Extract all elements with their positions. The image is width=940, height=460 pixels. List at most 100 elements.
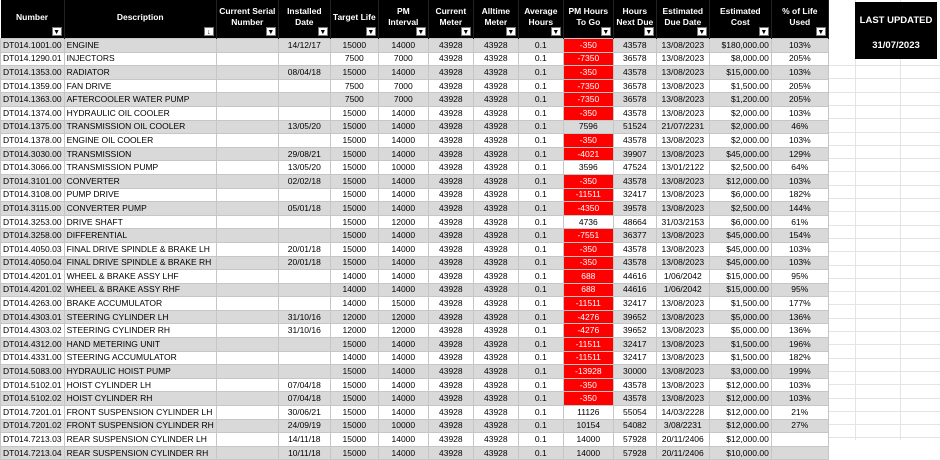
cell-number[interactable]: DT014.4201.01 <box>0 269 65 284</box>
cell-average-hours[interactable]: 0.1 <box>517 364 564 379</box>
cell-installed-date[interactable]: 29/08/21 <box>277 146 331 162</box>
cell-target-life[interactable]: 15000 <box>329 364 379 379</box>
cell-hours-next-due[interactable]: 39907 <box>612 146 657 162</box>
cell-estimated-cost[interactable]: $45,000.00 <box>708 146 772 162</box>
cell-estimated-cost[interactable]: $45,000.00 <box>708 255 772 271</box>
table-row[interactable]: DT014.3108.00 PUMP DRIVE 15000 14000 43928 43… <box>0 187 829 203</box>
cell-pct-life-used[interactable]: 196% <box>770 337 829 352</box>
cell-serial[interactable] <box>215 38 279 53</box>
cell-description[interactable]: HAND METERING UNIT <box>63 337 217 352</box>
cell-average-hours[interactable]: 0.1 <box>517 119 564 135</box>
cell-pm-interval[interactable]: 14000 <box>377 391 429 407</box>
cell-number[interactable]: DT014.1001.00 <box>0 38 65 53</box>
cell-serial[interactable] <box>215 201 279 216</box>
cell-alltime-meter[interactable]: 43928 <box>472 418 519 434</box>
cell-average-hours[interactable]: 0.1 <box>517 241 564 257</box>
cell-current-meter[interactable]: 43928 <box>427 309 474 325</box>
cell-target-life[interactable]: 15000 <box>329 337 379 352</box>
cell-number[interactable]: DT014.1290.01 <box>0 51 65 67</box>
cell-current-meter[interactable]: 43928 <box>427 214 474 230</box>
cell-description[interactable]: HYDRAULIC OIL COOLER <box>63 105 217 121</box>
cell-estimated-cost[interactable]: $2,500.00 <box>708 160 772 175</box>
cell-pct-life-used[interactable]: 64% <box>770 160 829 175</box>
cell-serial[interactable] <box>215 350 279 366</box>
table-row[interactable]: DT014.3030.00 TRANSMISSION 29/08/21 15000 14… <box>0 146 829 162</box>
cell-current-meter[interactable]: 43928 <box>427 119 474 135</box>
cell-number[interactable]: DT014.3108.00 <box>0 187 65 203</box>
cell-pct-life-used[interactable]: 46% <box>770 119 829 135</box>
cell-pm-interval[interactable]: 14000 <box>377 133 429 148</box>
cell-number[interactable]: DT014.4312.00 <box>0 337 65 352</box>
cell-estimated-cost[interactable]: $45,000.00 <box>708 228 772 243</box>
cell-description[interactable]: STEERING ACCUMULATOR <box>63 350 217 366</box>
cell-alltime-meter[interactable]: 43928 <box>472 146 519 162</box>
cell-pm-hours-to-go[interactable]: -350 <box>562 65 614 80</box>
cell-alltime-meter[interactable]: 43928 <box>472 201 519 216</box>
cell-estimated-due-date[interactable]: 13/08/2023 <box>655 296 710 311</box>
cell-installed-date[interactable]: 08/04/18 <box>277 65 331 80</box>
cell-number[interactable]: DT014.1378.00 <box>0 133 65 148</box>
cell-pm-interval[interactable]: 7000 <box>377 51 429 67</box>
cell-pm-interval[interactable]: 12000 <box>377 309 429 325</box>
cell-estimated-cost[interactable]: $2,500.00 <box>708 201 772 216</box>
cell-description[interactable]: FINAL DRIVE SPINDLE & BRAKE LH <box>63 241 217 257</box>
cell-hours-next-due[interactable]: 43578 <box>612 38 657 53</box>
cell-target-life[interactable]: 15000 <box>329 146 379 162</box>
cell-estimated-cost[interactable]: $3,000.00 <box>708 364 772 379</box>
cell-description[interactable]: DIFFERENTIAL <box>63 228 217 243</box>
cell-installed-date[interactable]: 02/02/18 <box>277 173 331 189</box>
cell-serial[interactable] <box>215 377 279 393</box>
cell-description[interactable]: WHEEL & BRAKE ASSY LHF <box>63 269 217 284</box>
cell-pm-interval[interactable]: 14000 <box>377 228 429 243</box>
cell-pm-hours-to-go[interactable]: -7551 <box>562 228 614 243</box>
cell-estimated-due-date[interactable]: 13/08/2023 <box>655 377 710 393</box>
cell-serial[interactable] <box>215 309 279 325</box>
cell-current-meter[interactable]: 43928 <box>427 187 474 203</box>
cell-average-hours[interactable]: 0.1 <box>517 377 564 393</box>
cell-current-meter[interactable]: 43928 <box>427 65 474 80</box>
cell-average-hours[interactable]: 0.1 <box>517 418 564 434</box>
cell-pct-life-used[interactable]: 199% <box>770 364 829 379</box>
table-row[interactable]: DT014.5102.02 HOIST CYLINDER RH 07/04/18 15… <box>0 391 829 407</box>
cell-estimated-due-date[interactable]: 13/08/2023 <box>655 133 710 148</box>
table-row[interactable]: DT014.1290.01 INJECTORS 7500 7000 43928 43928… <box>0 51 829 67</box>
cell-number[interactable]: DT014.3253.00 <box>0 214 65 230</box>
cell-pm-hours-to-go[interactable]: -7350 <box>562 78 614 94</box>
cell-estimated-due-date[interactable]: 13/08/2023 <box>655 187 710 203</box>
cell-current-meter[interactable]: 43928 <box>427 78 474 94</box>
cell-pct-life-used[interactable]: 205% <box>770 78 829 94</box>
cell-estimated-cost[interactable]: $6,000.00 <box>708 214 772 230</box>
cell-description[interactable]: ENGINE <box>63 38 217 53</box>
table-row[interactable]: DT014.7213.04 REAR SUSPENSION CYLINDER RH… <box>0 445 829 460</box>
cell-current-meter[interactable]: 43928 <box>427 160 474 175</box>
cell-pm-hours-to-go[interactable]: -350 <box>562 391 614 407</box>
cell-pm-hours-to-go[interactable]: -13928 <box>562 364 614 379</box>
cell-pm-hours-to-go[interactable]: -11511 <box>562 187 614 203</box>
cell-average-hours[interactable]: 0.1 <box>517 255 564 271</box>
cell-average-hours[interactable]: 0.1 <box>517 38 564 53</box>
cell-number[interactable]: DT014.7201.01 <box>0 405 65 420</box>
cell-pm-interval[interactable]: 14000 <box>377 201 429 216</box>
cell-installed-date[interactable]: 20/01/18 <box>277 241 331 257</box>
cell-target-life[interactable]: 12000 <box>329 309 379 325</box>
cell-pm-interval[interactable]: 14000 <box>377 119 429 135</box>
cell-hours-next-due[interactable]: 36578 <box>612 78 657 94</box>
cell-estimated-due-date[interactable]: 13/08/2023 <box>655 364 710 379</box>
cell-description[interactable]: ENGINE OIL COOLER <box>63 133 217 148</box>
cell-current-meter[interactable]: 43928 <box>427 38 474 53</box>
cell-estimated-cost[interactable]: $2,000.00 <box>708 133 772 148</box>
cell-pct-life-used[interactable]: 103% <box>770 65 829 80</box>
table-row[interactable]: DT014.1374.00 HYDRAULIC OIL COOLER 15000 14… <box>0 105 829 121</box>
cell-installed-date[interactable]: 05/01/18 <box>277 201 331 216</box>
cell-estimated-cost[interactable]: $15,000.00 <box>708 65 772 80</box>
cell-target-life[interactable]: 15000 <box>329 228 379 243</box>
cell-average-hours[interactable]: 0.1 <box>517 445 564 460</box>
cell-number[interactable]: DT014.1363.00 <box>0 92 65 107</box>
cell-average-hours[interactable]: 0.1 <box>517 323 564 339</box>
cell-installed-date[interactable]: 31/10/16 <box>277 309 331 325</box>
cell-alltime-meter[interactable]: 43928 <box>472 92 519 107</box>
cell-installed-date[interactable]: 24/09/19 <box>277 418 331 434</box>
cell-alltime-meter[interactable]: 43928 <box>472 214 519 230</box>
cell-number[interactable]: DT014.4201.02 <box>0 282 65 298</box>
cell-number[interactable]: DT014.4263.00 <box>0 296 65 311</box>
